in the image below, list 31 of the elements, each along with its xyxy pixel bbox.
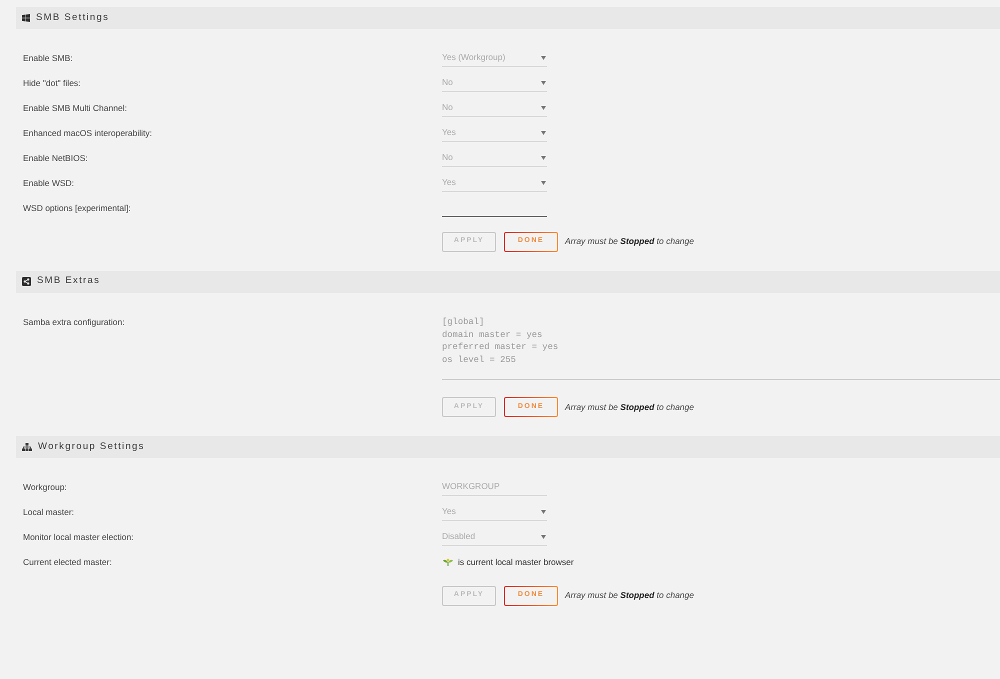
array-status-note: Array must be Stopped to change [565, 235, 694, 248]
caret-icon [541, 106, 546, 110]
caret-icon [541, 534, 546, 538]
setting-label: Samba extra configuration: [23, 316, 126, 328]
setting-label: Monitor local master election: [23, 530, 135, 544]
setting-label: Enable SMB: [23, 52, 74, 64]
status-text: is current local master browser [458, 556, 574, 568]
setting-label: Enable NetBIOS: [23, 152, 89, 164]
setting-label: Enable WSD: [23, 176, 76, 190]
caret-icon [541, 180, 546, 184]
caret-icon [541, 510, 546, 514]
section-title: Workgroup Settings [38, 440, 145, 454]
section-title: SMB Settings [36, 10, 110, 25]
setting-label: Enable SMB Multi Channel: [23, 102, 128, 114]
setting-label: WSD options [experimental]: [23, 202, 132, 214]
setting-label: Enhanced macOS interoperability: [23, 126, 153, 140]
array-status-note: Array must be Stopped to change [565, 589, 694, 602]
windows-logo-icon [22, 14, 30, 22]
caret-icon [541, 130, 546, 134]
setting-label: Current elected master: [23, 556, 113, 568]
leaf-icon [443, 558, 453, 566]
share-icon [22, 277, 31, 286]
setting-label: Hide "dot" files: [23, 76, 82, 90]
setting-label: Workgroup: [23, 480, 68, 494]
caret-icon [541, 80, 546, 84]
caret-icon [541, 156, 546, 160]
setting-label: Local master: [23, 506, 76, 518]
caret-icon [541, 56, 546, 60]
array-status-note: Array must be Stopped to change [565, 400, 694, 414]
section-title: SMB Extras [37, 274, 100, 288]
sitemap-icon [22, 443, 32, 451]
